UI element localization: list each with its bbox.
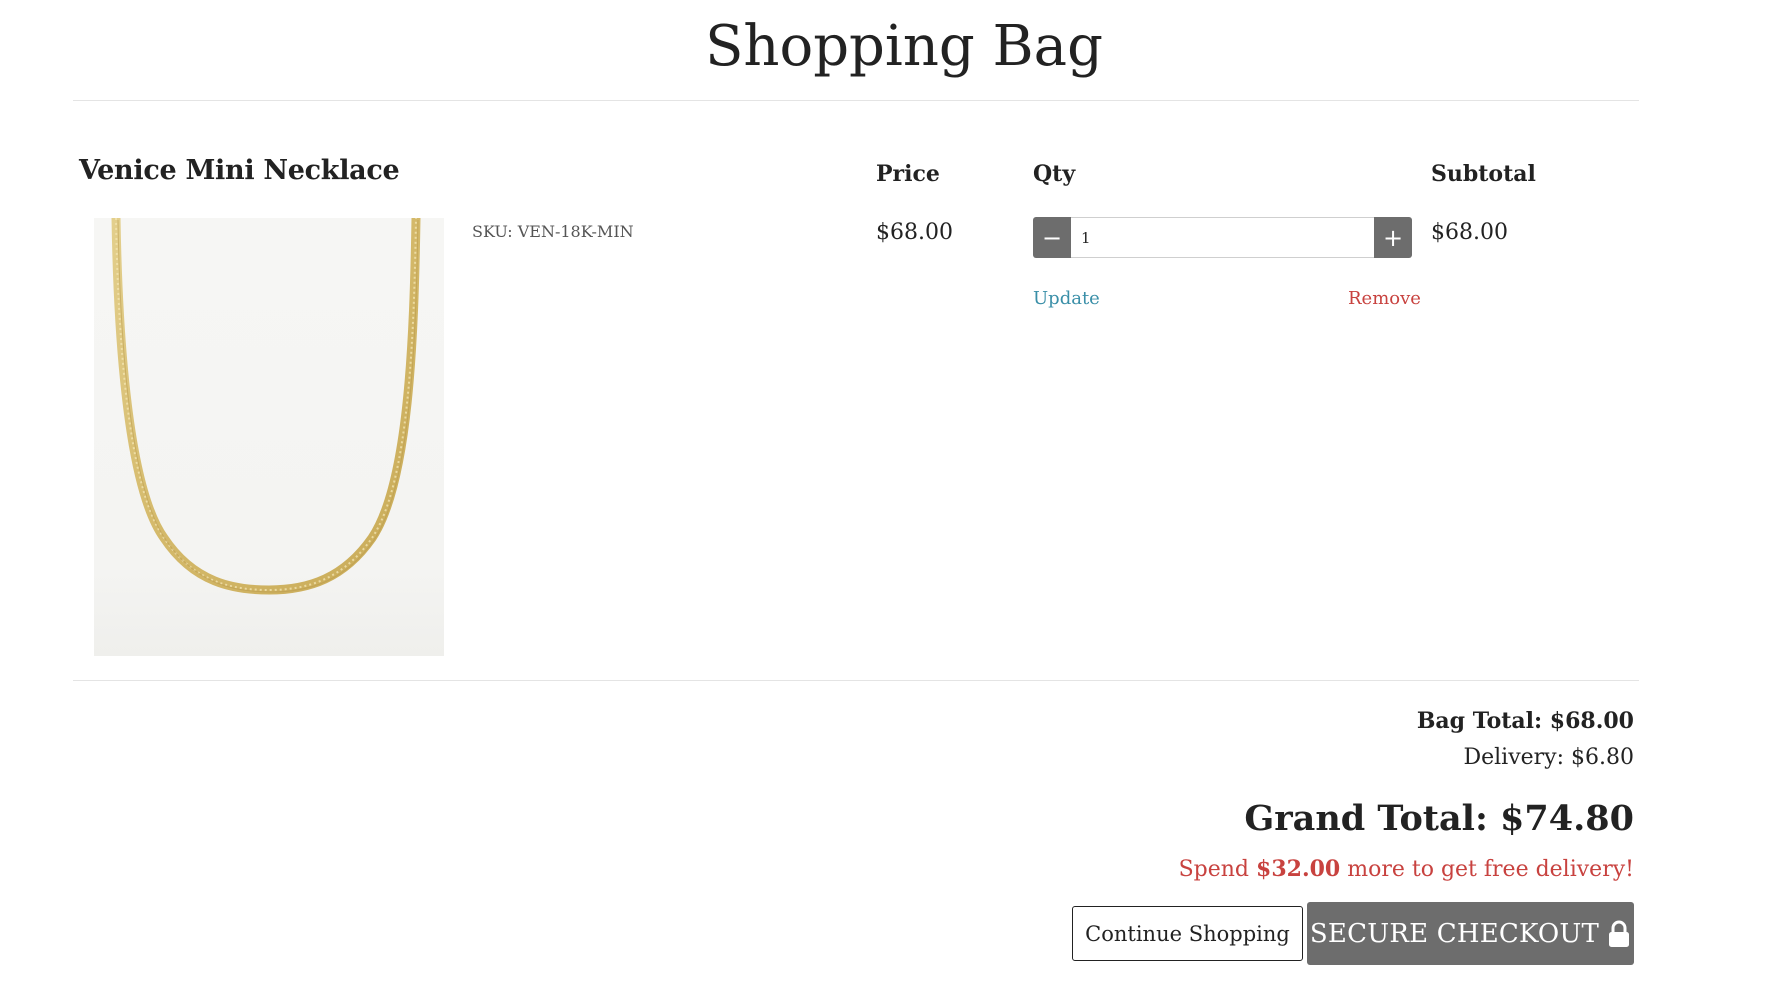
continue-shopping-label: Continue Shopping (1085, 921, 1290, 946)
bag-total: Bag Total: $68.00 (1416, 708, 1634, 734)
product-image[interactable] (94, 218, 444, 656)
free-delivery-prefix: Spend (1178, 857, 1250, 882)
quantity-input[interactable] (1071, 217, 1374, 258)
continue-shopping-button[interactable]: Continue Shopping (1072, 906, 1303, 961)
remove-link[interactable]: Remove (1348, 288, 1421, 309)
column-header-price: Price (876, 161, 940, 187)
secure-checkout-label: SECURE CHECKOUT (1309, 918, 1600, 949)
update-link[interactable]: Update (1033, 288, 1100, 309)
item-price: $68.00 (876, 220, 953, 245)
quantity-stepper: − + (1033, 217, 1412, 258)
delivery-cost: Delivery: $6.80 (1463, 745, 1634, 770)
secure-checkout-button[interactable]: SECURE CHECKOUT (1307, 902, 1634, 965)
free-delivery-message: Spend $32.00 more to get free delivery! (1179, 856, 1634, 882)
necklace-icon (111, 218, 421, 595)
product-sku: SKU: VEN-18K-MIN (472, 222, 634, 241)
plus-icon: + (1382, 223, 1404, 252)
free-delivery-amount: $32.00 (1256, 856, 1341, 882)
free-delivery-suffix: more to get free delivery! (1347, 857, 1634, 882)
column-header-subtotal: Subtotal (1431, 161, 1536, 187)
header-divider (73, 100, 1639, 101)
item-subtotal: $68.00 (1431, 220, 1508, 245)
lock-icon (1607, 920, 1631, 948)
increase-quantity-button[interactable]: + (1374, 217, 1412, 258)
column-header-qty: Qty (1033, 161, 1076, 187)
page-title: Shopping Bag (705, 14, 1103, 79)
summary-divider (73, 680, 1639, 681)
grand-total: Grand Total: $74.80 (1244, 798, 1634, 839)
minus-icon: − (1041, 223, 1063, 252)
product-name[interactable]: Venice Mini Necklace (79, 155, 400, 186)
decrease-quantity-button[interactable]: − (1033, 217, 1071, 258)
